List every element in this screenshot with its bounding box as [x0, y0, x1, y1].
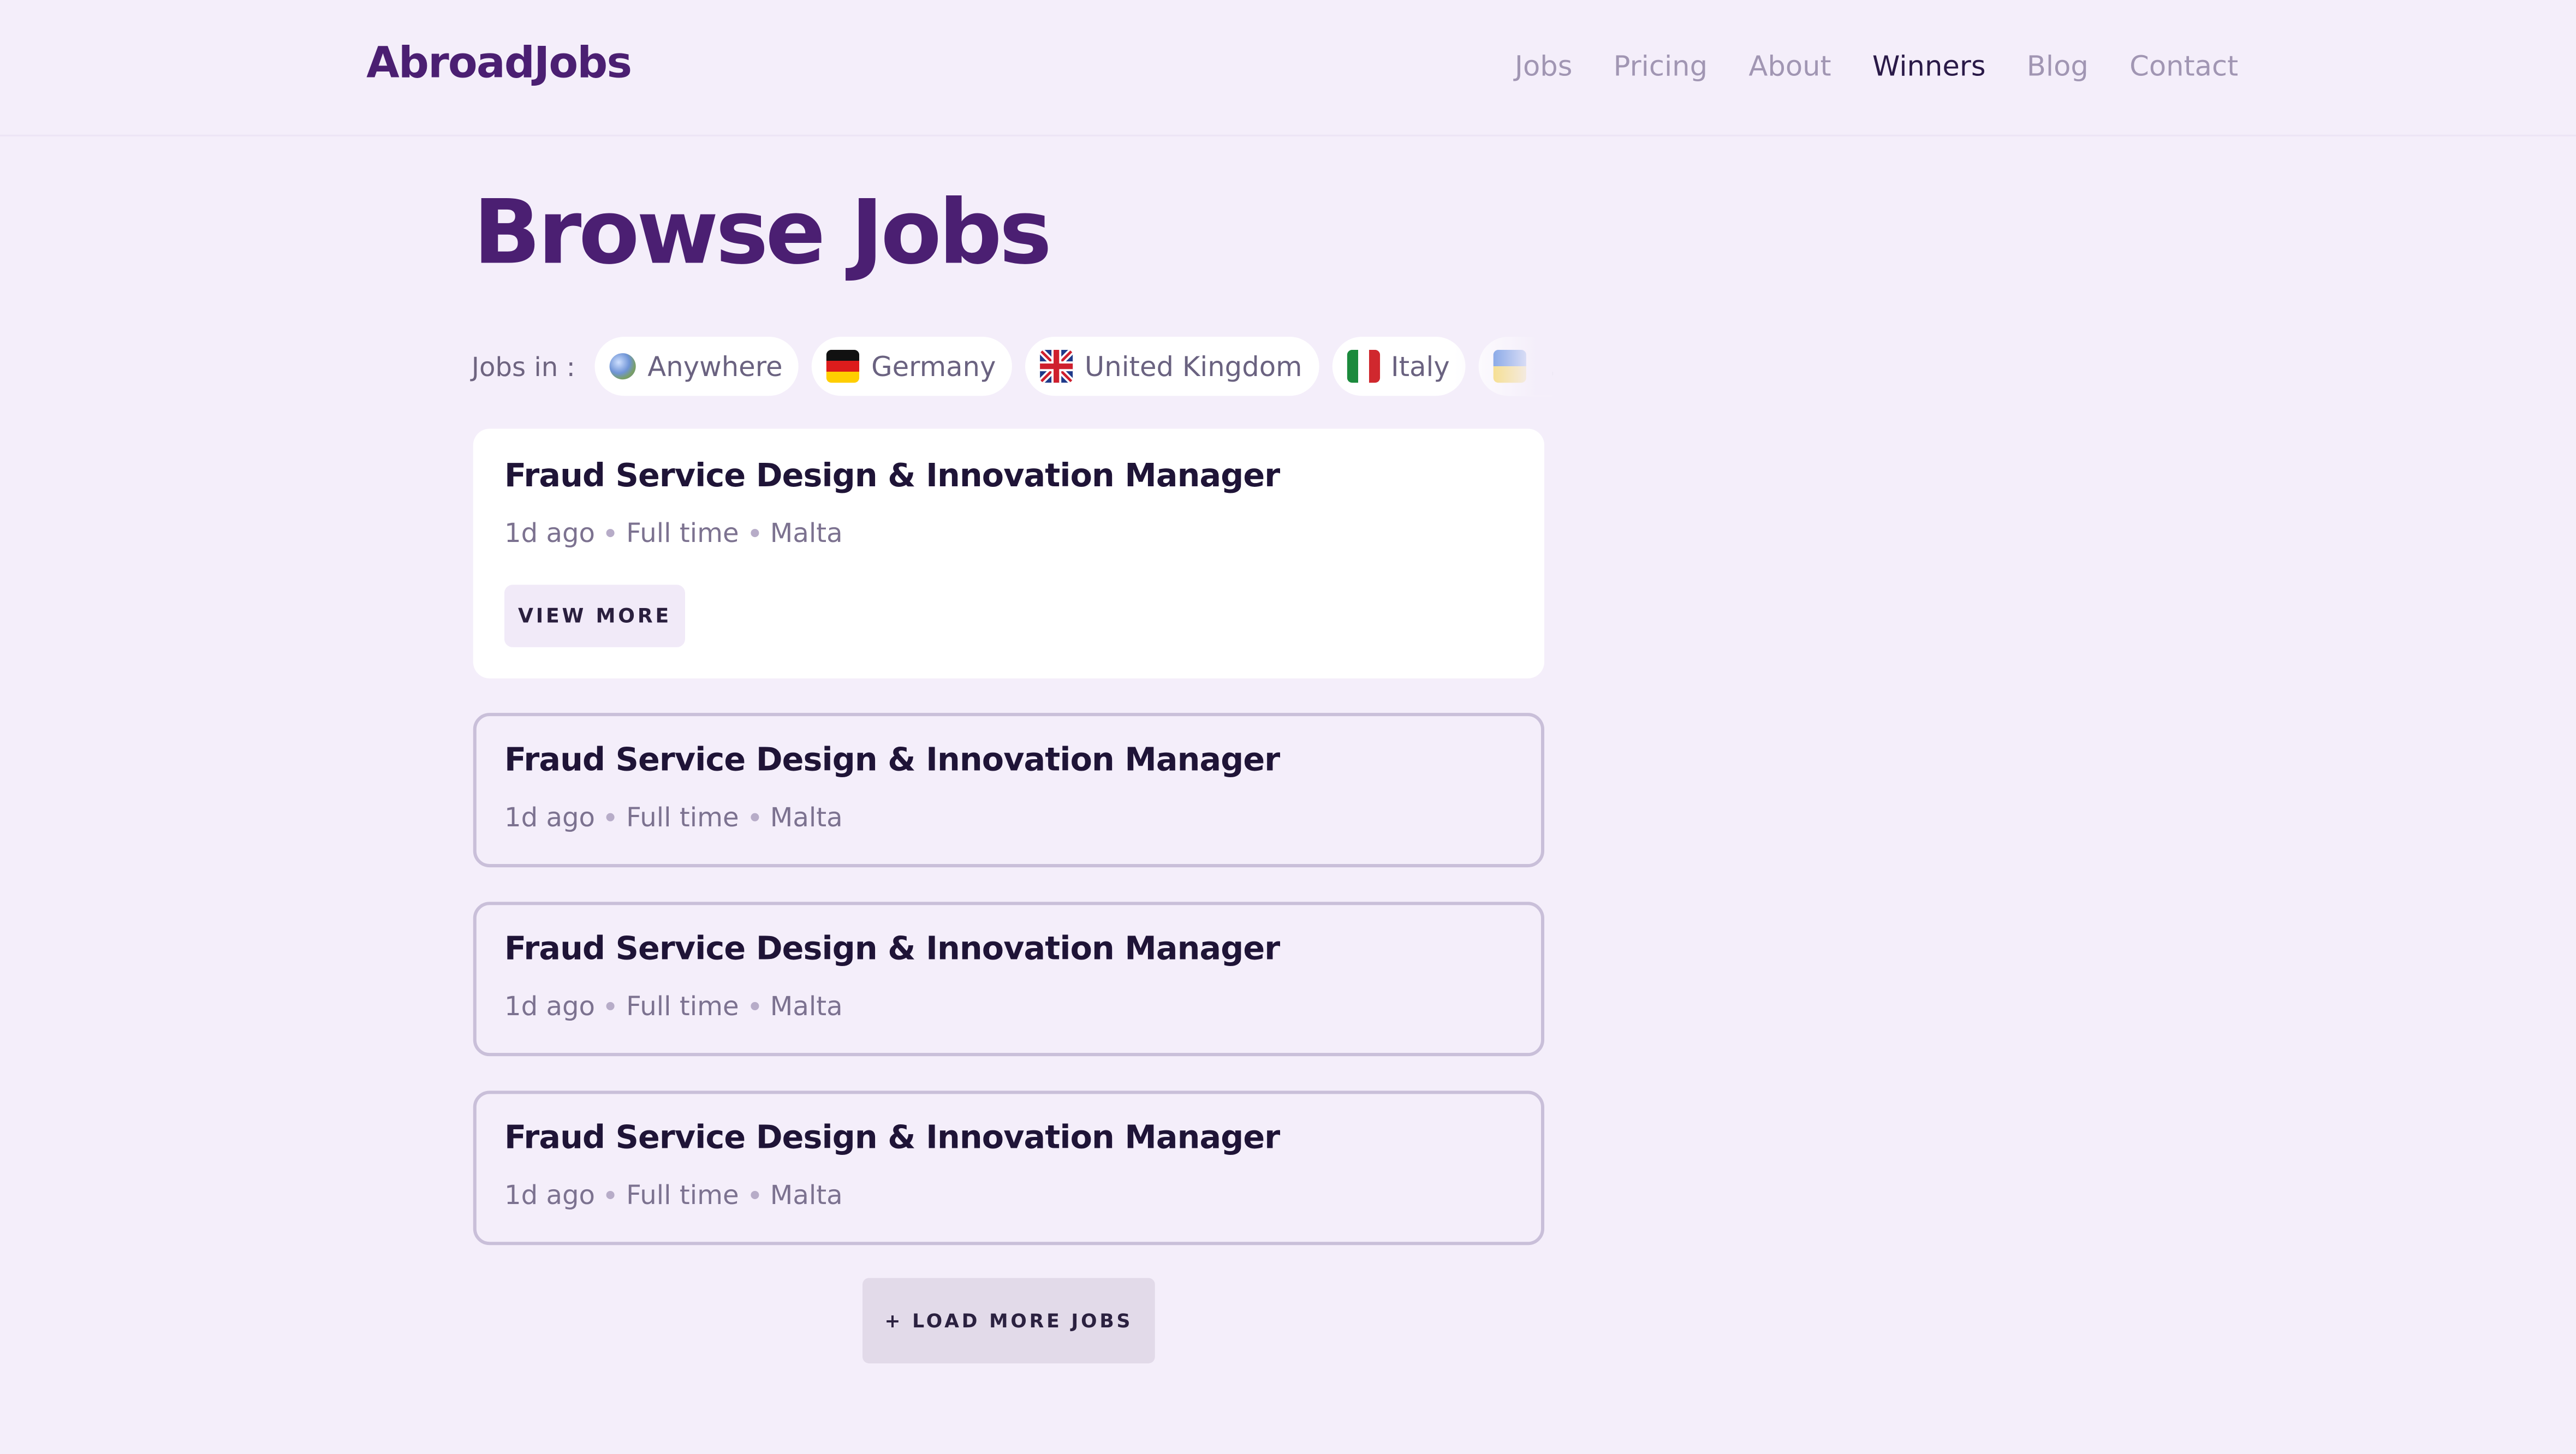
uk-flag-icon	[1040, 350, 1073, 383]
job-type: Full time	[626, 990, 739, 1022]
filter-label: Jobs in :	[471, 350, 575, 382]
job-title[interactable]: Fraud Service Design & Innovation Manage…	[504, 1119, 1280, 1157]
chip-label: Italy	[1391, 350, 1450, 382]
job-type: Full time	[626, 517, 739, 549]
germany-flag-icon	[826, 350, 860, 383]
job-type: Full time	[626, 801, 739, 833]
job-card[interactable]: Fraud Service Design & Innovation Manage…	[473, 713, 1545, 868]
nav-link-contact[interactable]: Contact	[2129, 51, 2238, 84]
chip-united-kingdom[interactable]: United Kingdom	[1025, 336, 1319, 396]
job-meta: 1d ago Full time Malta	[504, 802, 843, 833]
page-title: Browse Jobs	[473, 181, 1052, 284]
separator-dot	[750, 1190, 759, 1200]
chip-label: Ukraine	[1538, 351, 1552, 382]
job-card-featured[interactable]: Fraud Service Design & Innovation Manage…	[473, 428, 1545, 678]
job-type: Full time	[626, 1179, 739, 1211]
chip-ukraine[interactable]: Ukraine	[1479, 336, 1553, 396]
nav-link-winners[interactable]: Winners	[1872, 51, 1986, 84]
separator-dot	[606, 813, 615, 821]
nav-link-jobs[interactable]: Jobs	[1515, 51, 1573, 84]
nav-link-blog[interactable]: Blog	[2027, 51, 2089, 84]
job-location: Malta	[770, 990, 843, 1022]
job-posted: 1d ago	[504, 517, 595, 549]
site-header: AbroadJobs Jobs Pricing About Winners Bl…	[0, 0, 2576, 136]
job-title[interactable]: Fraud Service Design & Innovation Manage…	[504, 741, 1280, 778]
globe-icon	[610, 353, 636, 380]
chip-label: Anywhere	[647, 350, 783, 382]
page: AbroadJobs Jobs Pricing About Winners Bl…	[0, 0, 2576, 1454]
job-meta: 1d ago Full time Malta	[504, 517, 843, 549]
job-card[interactable]: Fraud Service Design & Innovation Manage…	[473, 1090, 1545, 1246]
logo[interactable]: AbroadJobs	[366, 39, 632, 88]
job-card[interactable]: Fraud Service Design & Innovation Manage…	[473, 902, 1545, 1057]
load-more-jobs-button[interactable]: + LOAD MORE JOBS	[862, 1278, 1155, 1363]
job-meta: 1d ago Full time Malta	[504, 1179, 843, 1211]
chip-label: Germany	[871, 350, 996, 382]
italy-flag-icon	[1346, 350, 1379, 383]
ukraine-flag-icon	[1494, 350, 1527, 383]
chip-germany[interactable]: Germany	[812, 336, 1013, 396]
job-title[interactable]: Fraud Service Design & Innovation Manage…	[504, 457, 1280, 494]
separator-dot	[606, 1190, 615, 1200]
location-filter: Jobs in : Anywhere Germany United Kingdo…	[471, 336, 1553, 396]
chip-anywhere[interactable]: Anywhere	[594, 336, 799, 396]
nav-link-pricing[interactable]: Pricing	[1614, 51, 1708, 84]
job-title[interactable]: Fraud Service Design & Innovation Manage…	[504, 929, 1280, 967]
job-posted: 1d ago	[504, 801, 595, 833]
chip-italy[interactable]: Italy	[1331, 336, 1466, 396]
view-more-button[interactable]: VIEW MORE	[504, 585, 686, 647]
job-meta: 1d ago Full time Malta	[504, 991, 843, 1022]
separator-dot	[606, 529, 615, 538]
separator-dot	[750, 813, 759, 821]
job-location: Malta	[770, 1179, 843, 1211]
separator-dot	[750, 1002, 759, 1010]
location-chips-scroller[interactable]: Anywhere Germany United Kingdom Italy	[594, 336, 1553, 396]
separator-dot	[606, 1002, 615, 1010]
job-location: Malta	[770, 517, 843, 549]
separator-dot	[750, 529, 759, 538]
chip-label: United Kingdom	[1084, 350, 1302, 382]
nav-link-about[interactable]: About	[1748, 51, 1831, 84]
job-posted: 1d ago	[504, 990, 595, 1022]
job-location: Malta	[770, 801, 843, 833]
job-posted: 1d ago	[504, 1179, 595, 1211]
main-nav: Jobs Pricing About Winners Blog Contact	[1515, 51, 2238, 84]
